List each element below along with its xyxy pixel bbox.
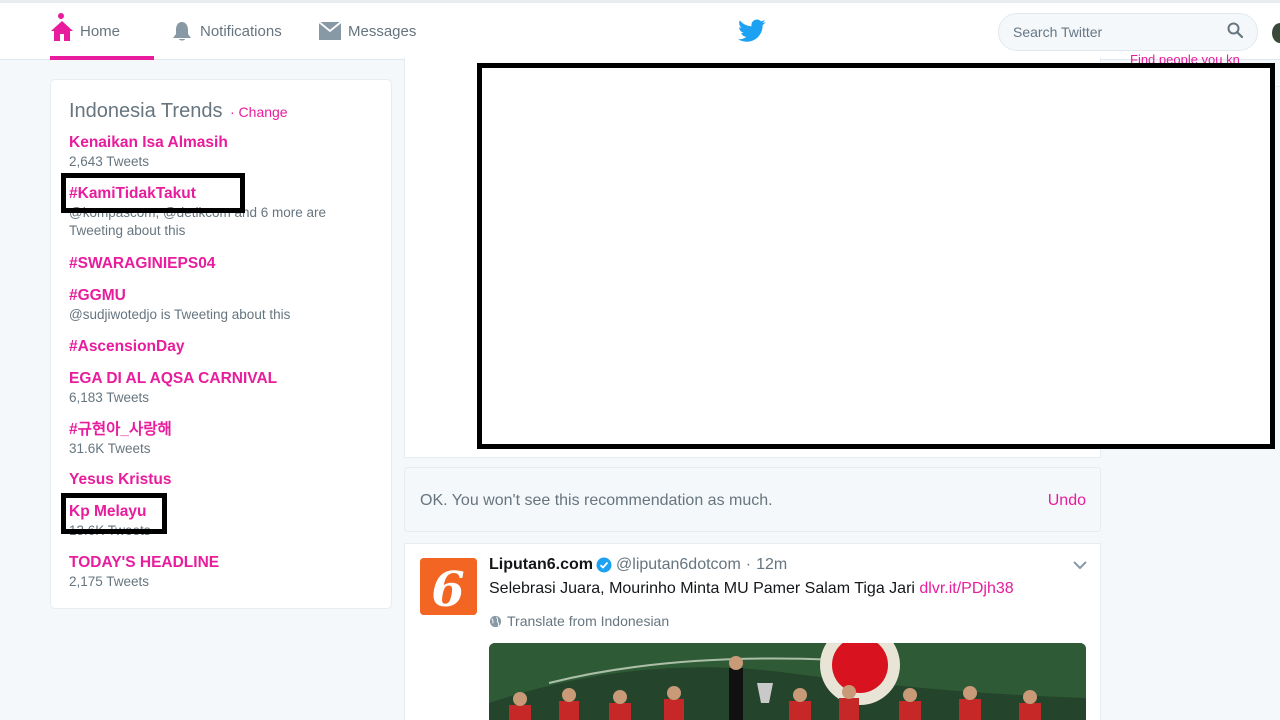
trend-name[interactable]: EGA DI AL AQSA CARNIVAL (69, 369, 369, 389)
trends-card: Indonesia Trends · Change Kenaikan Isa A… (50, 79, 392, 609)
tweet-author-name[interactable]: Liputan6.com (489, 556, 593, 574)
trend-meta: 2,643 Tweets (69, 154, 150, 169)
trend-name[interactable]: Kp Melayu (69, 502, 369, 522)
trend-meta: 6,183 Tweets (69, 390, 150, 405)
nav-notifications-tab[interactable]: Notifications (170, 3, 282, 59)
redaction-box (477, 63, 1275, 449)
trend-item[interactable]: Kp Melayu 13.6K Tweets (69, 502, 369, 540)
tweet-text: Selebrasi Juara, Mourinho Minta MU Pamer… (489, 580, 1014, 598)
nav-messages-label: Messages (348, 22, 417, 40)
twitter-bird-icon[interactable] (738, 19, 766, 43)
avatar-glyph: 6 (431, 562, 464, 615)
trend-name[interactable]: #SWARAGINIEPS04 (69, 254, 369, 274)
trend-name[interactable]: #GGMU (69, 286, 369, 306)
notice-text: OK. You won't see this recommendation as… (420, 492, 773, 509)
trend-meta: @sudjiwotedjo is Tweeting about this (69, 307, 291, 322)
nav-home-tab[interactable]: Home (50, 3, 154, 60)
trend-name[interactable]: TODAY'S HEADLINE (69, 553, 369, 573)
tweet-link[interactable]: dlvr.it/PDjh38 (919, 580, 1013, 597)
home-icon (50, 19, 74, 43)
translate-label[interactable]: Translate from Indonesian (507, 613, 669, 629)
trend-meta: 31.6K Tweets (69, 441, 151, 456)
trend-name[interactable]: Yesus Kristus (69, 470, 369, 490)
tweet[interactable]: 6 Liputan6.com @liputan6dotcom · 12m Sel… (404, 543, 1101, 720)
trend-item[interactable]: EGA DI AL AQSA CARNIVAL 6,183 Tweets (69, 369, 369, 407)
trend-meta: 2,175 Tweets (69, 574, 150, 589)
tweet-author-handle[interactable]: @liputan6dotcom (616, 556, 741, 574)
globe-icon (489, 615, 502, 628)
trends-title: Indonesia Trends (69, 100, 223, 122)
trend-meta: 13.6K Tweets (69, 523, 151, 538)
tweet-header: Liputan6.com @liputan6dotcom · 12m (489, 556, 787, 574)
top-navigation-bar: Home Notifications Messages (0, 0, 1280, 60)
new-activity-dot (58, 13, 64, 19)
avatar[interactable]: 6 (420, 558, 477, 615)
bell-icon (170, 19, 194, 43)
chevron-down-icon[interactable] (1072, 558, 1088, 570)
search-box[interactable] (998, 13, 1258, 51)
profile-avatar[interactable] (1272, 23, 1280, 43)
search-icon[interactable] (1227, 22, 1244, 43)
trends-change-link[interactable]: · Change (230, 104, 288, 120)
verified-badge-icon (596, 557, 612, 573)
trend-name[interactable]: #규현아_사랑해 (69, 420, 369, 440)
trend-item[interactable]: #SWARAGINIEPS04 (69, 254, 369, 274)
trend-name[interactable]: Kenaikan Isa Almasih (69, 133, 369, 153)
recommendation-notice: OK. You won't see this recommendation as… (404, 467, 1101, 532)
trend-name[interactable]: #KamiTidakTakut (69, 184, 369, 204)
tweet-body: Selebrasi Juara, Mourinho Minta MU Pamer… (489, 580, 920, 597)
translate-link[interactable]: Translate from Indonesian (489, 613, 669, 629)
trend-item[interactable]: Yesus Kristus (69, 470, 369, 490)
envelope-icon (318, 19, 342, 43)
trend-item[interactable]: TODAY'S HEADLINE 2,175 Tweets (69, 553, 369, 591)
separator: · (745, 556, 752, 573)
trend-item[interactable]: Kenaikan Isa Almasih 2,643 Tweets (69, 133, 369, 171)
trend-name[interactable]: #AscensionDay (69, 337, 369, 357)
tweet-timestamp[interactable]: 12m (756, 556, 787, 574)
nav-messages-tab[interactable]: Messages (318, 3, 416, 59)
trend-meta: @kompascom, @detikcom and 6 more are Twe… (69, 205, 327, 238)
nav-home-label: Home (80, 22, 121, 40)
trend-item[interactable]: #AscensionDay (69, 337, 369, 357)
trends-header: Indonesia Trends · Change (69, 100, 288, 123)
active-tab-indicator (50, 56, 154, 60)
nav-notifications-label: Notifications (200, 22, 282, 40)
trend-item[interactable]: #KamiTidakTakut @kompascom, @detikcom an… (69, 184, 369, 240)
search-input[interactable] (1013, 24, 1227, 40)
trend-item[interactable]: #GGMU @sudjiwotedjo is Tweeting about th… (69, 286, 369, 324)
tweet-photo[interactable] (489, 643, 1086, 720)
undo-link[interactable]: Undo (1048, 492, 1086, 510)
trend-item[interactable]: #규현아_사랑해 31.6K Tweets (69, 420, 369, 458)
